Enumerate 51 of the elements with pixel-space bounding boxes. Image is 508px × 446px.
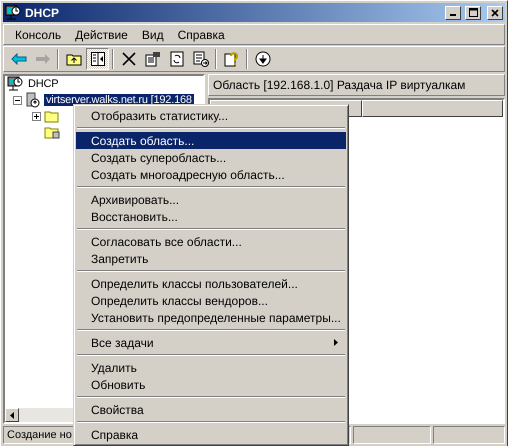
delete-icon (122, 52, 136, 66)
export-list-icon (192, 51, 208, 67)
tree-item[interactable]: DHCP (26, 78, 60, 90)
menu-item[interactable]: Согласовать все области... (76, 233, 346, 250)
maximize-icon (468, 8, 478, 17)
left-arrow-icon (10, 412, 14, 418)
menu-item[interactable]: Восстановить... (76, 208, 346, 225)
menu-title[interactable]: Вид (134, 28, 171, 42)
status-panel (433, 426, 505, 444)
back-arrow-icon (10, 53, 26, 65)
menu-item[interactable]: Установить предопределенные параметры... (76, 309, 346, 326)
menu-item[interactable]: Справка (76, 426, 346, 443)
menu-item[interactable]: Удалить (76, 359, 346, 376)
forward-arrow-icon (34, 53, 50, 65)
menu-item[interactable]: Создать суперобласть... (76, 149, 346, 166)
down-arrow-circle-icon (254, 51, 270, 67)
server-icon (25, 92, 41, 108)
scroll-left-button[interactable] (5, 408, 19, 422)
menu-title[interactable]: Консоль (8, 28, 68, 42)
menu-item[interactable]: Определить классы пользователей... (76, 275, 346, 292)
minimize-icon (450, 14, 456, 16)
menu-item[interactable]: Отобразить статистику... (76, 107, 346, 124)
panel-toggle-icon (90, 52, 104, 66)
refresh-icon (170, 51, 184, 67)
menu-title[interactable]: Действие (68, 28, 135, 42)
column-header[interactable] (362, 100, 503, 117)
menu-item[interactable]: Все задачи (76, 334, 346, 351)
maximize-button[interactable] (465, 6, 481, 20)
close-button[interactable] (487, 6, 503, 20)
window-title: DHCP (25, 6, 60, 20)
collapse-icon[interactable] (13, 96, 22, 104)
menu-title[interactable]: Справка (170, 28, 232, 42)
close-icon (491, 8, 499, 16)
menu-item[interactable]: Обновить (76, 376, 346, 393)
minimize-button[interactable] (445, 6, 461, 20)
submenu-arrow-icon (334, 339, 338, 346)
properties-icon (144, 51, 160, 67)
folder-up-icon (66, 52, 82, 66)
help-icon (224, 51, 240, 67)
menu-item[interactable]: Создать область... (76, 132, 346, 149)
folder-icon (44, 109, 60, 123)
menu-item[interactable]: Свойства (76, 401, 346, 418)
dhcp-computer-icon (5, 4, 21, 20)
scope-header: Область [192.168.1.0] Раздача IP виртуалкам (208, 74, 505, 96)
menu-item[interactable]: Создать многоадресную область... (76, 166, 346, 183)
folder-options-icon (44, 125, 60, 139)
menu-item[interactable]: Архивировать... (76, 191, 346, 208)
menu-item[interactable]: Запретить (76, 250, 346, 267)
menu-item[interactable]: Определить классы вендоров... (76, 292, 346, 309)
tree-button[interactable] (86, 48, 109, 70)
expand-icon[interactable] (32, 112, 41, 120)
